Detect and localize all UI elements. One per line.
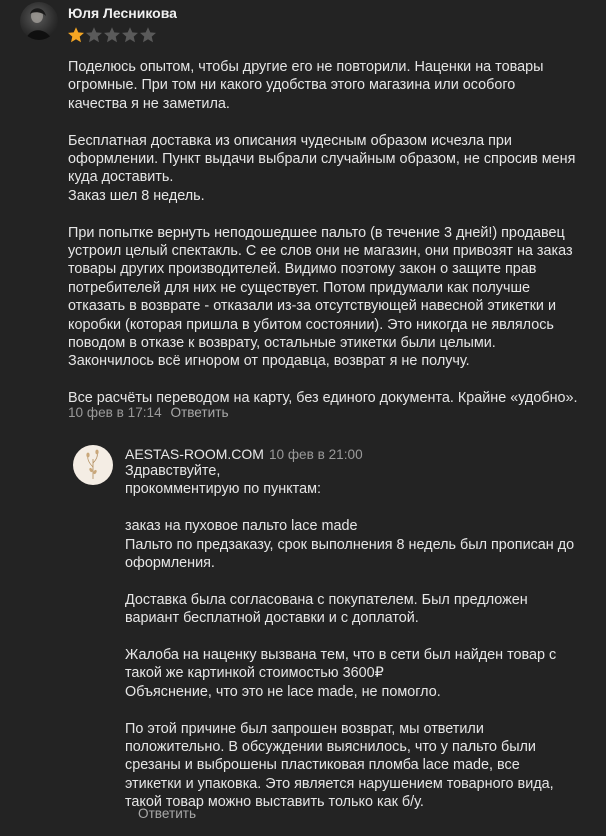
star-empty-icon [122,27,138,43]
answer-paragraph: Доставка была согласована с покупателем.… [125,591,528,627]
review-paragraph: Бесплатная доставка из описания чудесным… [68,132,576,204]
star-empty-icon [140,27,156,43]
review-meta: 10 фев в 17:14 Ответить [68,405,229,420]
rating-stars [67,26,157,44]
answer-paragraph: По этой причине был запрошен возврат, мы… [125,720,554,811]
seller-answer-text: Здравствуйте, прокомментирую по пунктам:… [125,462,595,812]
review-date: 10 фев в 17:14 [68,405,162,420]
reviewer-name[interactable]: Юля Лесникова [68,5,177,21]
review-paragraph: Поделюсь опытом, чтобы другие его не пов… [68,59,544,112]
seller-header: AESTAS-ROOM.COM 10 фев в 21:00 [125,446,363,462]
star-empty-icon [104,27,120,43]
review-paragraph: При попытке вернуть неподошедшее пальто … [68,224,573,370]
answer-paragraph: Жалоба на наценку вызвана тем, что в сет… [125,647,557,700]
reviewer-avatar[interactable] [20,2,58,40]
answer-date: 10 фев в 21:00 [268,447,363,462]
review-text: Поделюсь опытом, чтобы другие его не пов… [68,58,598,408]
answer-paragraph: Здравствуйте, прокомментирую по пунктам: [125,463,321,498]
star-filled-icon [68,27,84,43]
seller-name[interactable]: AESTAS-ROOM.COM [125,446,264,462]
reviewer-photo [26,8,52,40]
seller-logo-icon [86,449,99,479]
review-reply-button[interactable]: Ответить [170,405,228,420]
answer-reply-button[interactable]: Ответить [138,806,196,821]
seller-avatar[interactable] [73,445,113,485]
star-empty-icon [86,27,102,43]
answer-paragraph: заказ на пуховое пальто lace made Пальто… [125,518,575,572]
